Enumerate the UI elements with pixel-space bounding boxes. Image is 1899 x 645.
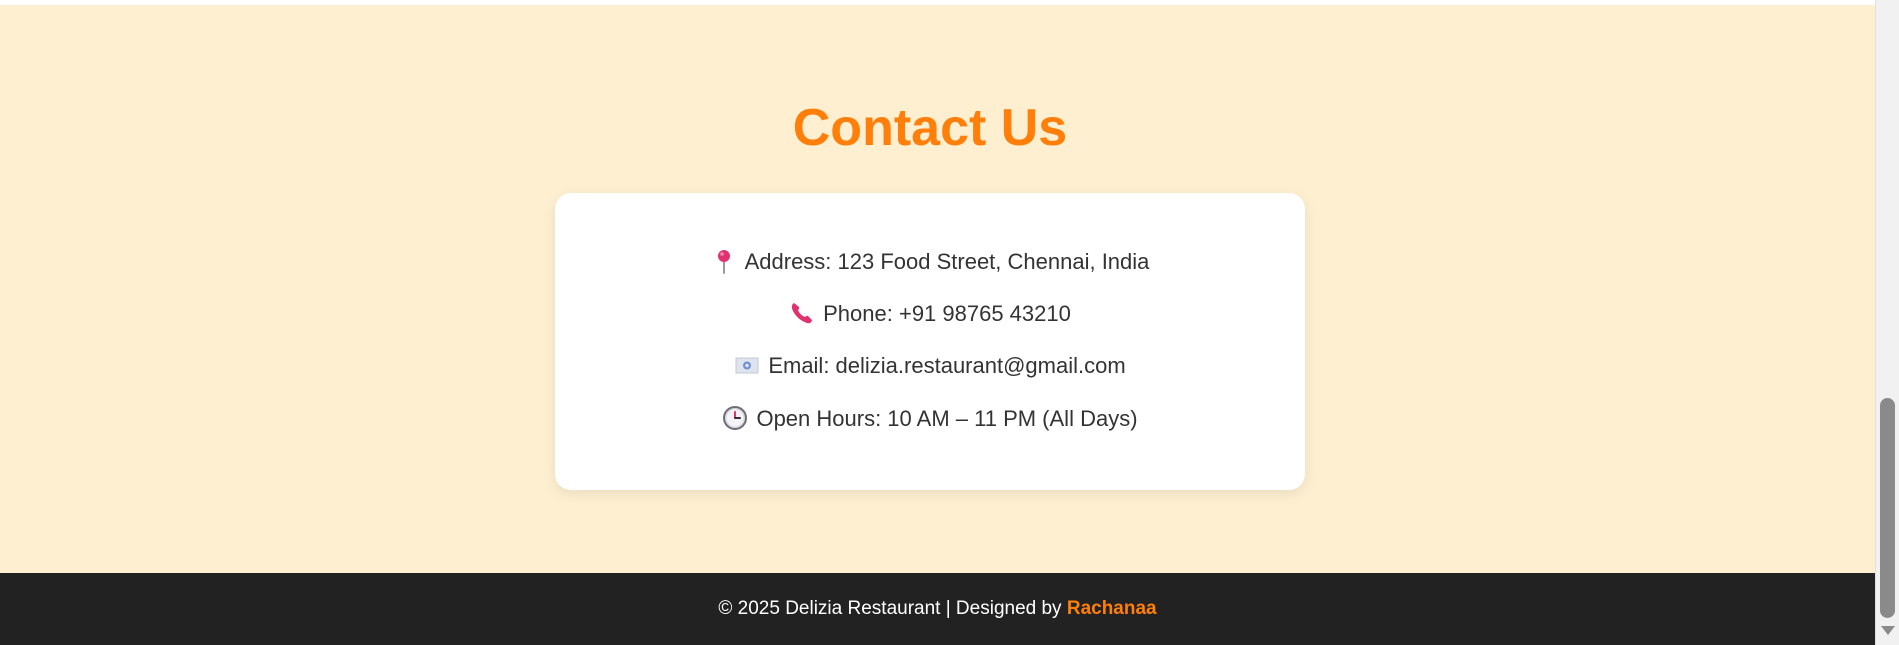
contact-hours: Open Hours: 10 AM – 11 PM (All Days) — [555, 404, 1305, 434]
contact-card: Address: 123 Food Street, Chennai, India… — [555, 193, 1305, 490]
footer-author: Rachanaa — [1066, 598, 1157, 619]
vertical-scrollbar[interactable] — [1875, 0, 1899, 645]
email-text: Email: delizia.restaurant@gmail.com — [768, 353, 1126, 378]
clock-icon — [722, 405, 748, 431]
address-text: Address: 123 Food Street, Chennai, India — [744, 249, 1150, 274]
contact-title: Contact Us — [792, 99, 1068, 157]
phone-text: Phone: +91 98765 43210 — [823, 301, 1071, 326]
email-envelope-icon — [734, 352, 760, 378]
contact-address: Address: 123 Food Street, Chennai, India — [555, 247, 1305, 277]
footer-text: © 2025 Delizia Restaurant | Designed by — [718, 598, 1067, 619]
contact-email: Email: delizia.restaurant@gmail.com — [555, 351, 1305, 381]
contact-section: Contact Us Address: 123 Food Street, Che… — [0, 5, 1875, 573]
scroll-down-arrow-icon[interactable] — [1881, 626, 1895, 635]
contact-phone: Phone: +91 98765 43210 — [555, 299, 1305, 329]
scrollbar-thumb[interactable] — [1880, 398, 1895, 618]
telephone-receiver-icon — [789, 300, 815, 326]
page-viewport: Contact Us Address: 123 Food Street, Che… — [0, 0, 1875, 645]
hours-text: Open Hours: 10 AM – 11 PM (All Days) — [756, 406, 1138, 431]
footer: © 2025 Delizia Restaurant | Designed by … — [0, 573, 1875, 645]
round-pushpin-icon — [711, 248, 737, 274]
